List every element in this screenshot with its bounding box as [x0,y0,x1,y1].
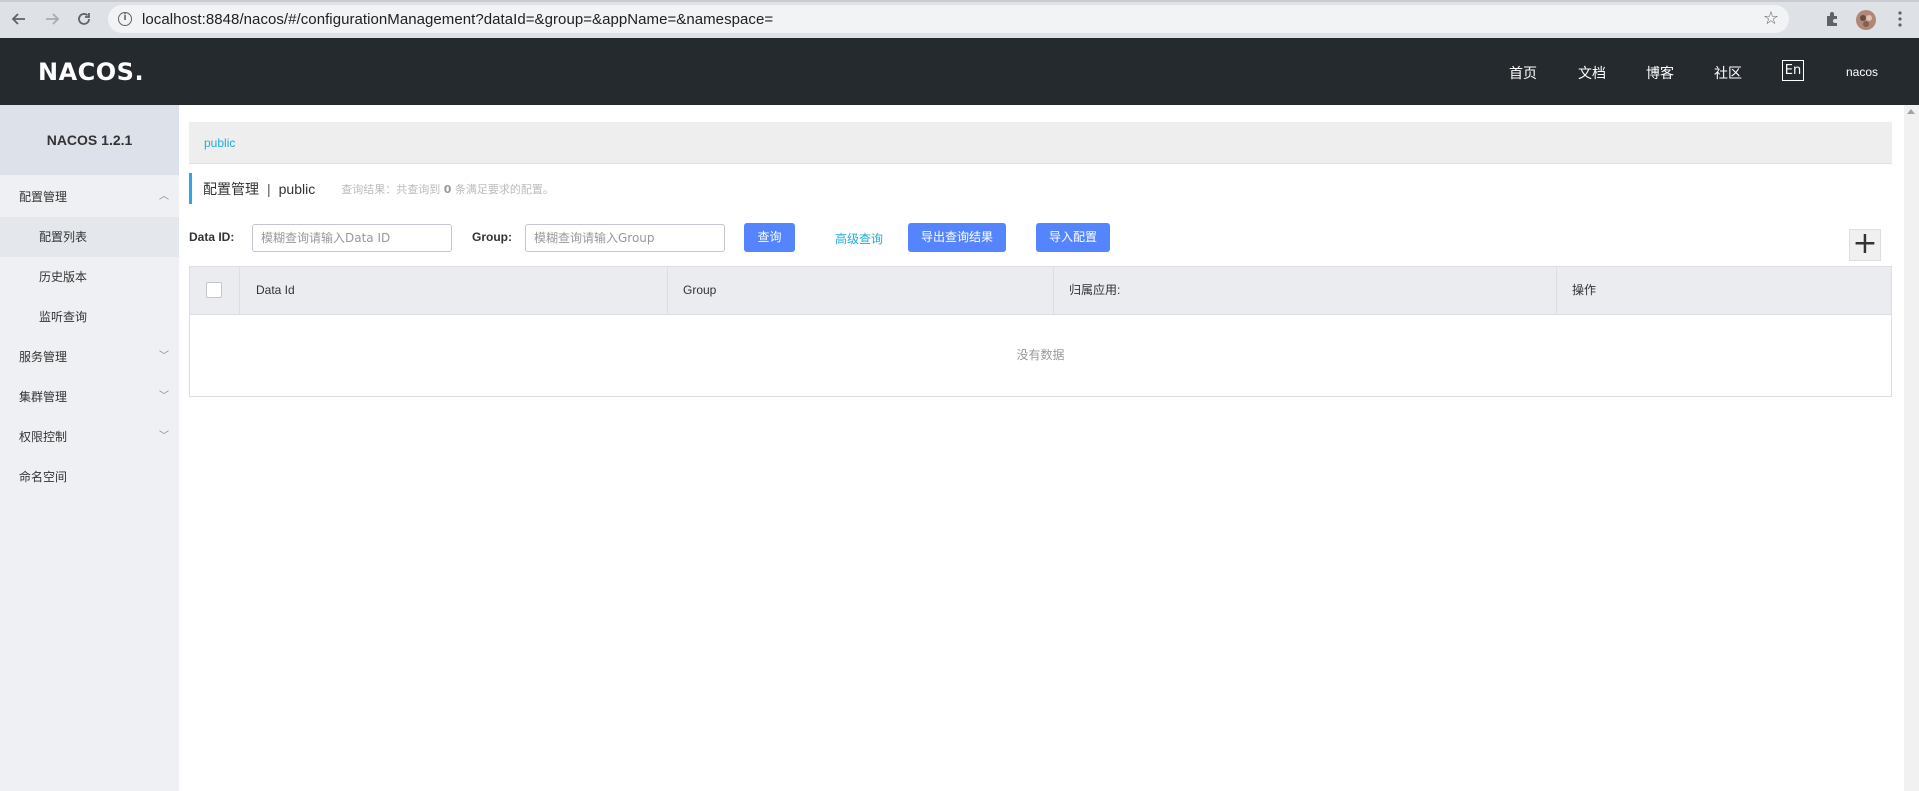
back-icon[interactable] [9,9,29,29]
column-divider [667,267,668,314]
sidebar: NACOS 1.2.1 配置管理 ︿ 配置列表 历史版本 监听查询 服务管理 ﹀… [0,105,179,791]
page-title-text: 配置管理 [203,181,259,198]
result-prefix: 查询结果：共查询到 [341,182,441,196]
add-config-button[interactable]: + [1849,229,1881,261]
column-header-app[interactable]: 归属应用: [1069,267,1120,314]
sidebar-item-label: 集群管理 [19,390,68,404]
namespace-bar: public [189,122,1892,164]
page-title: 配置管理 | public 查询结果：共查询到 0 条满足要求的配置。 [189,173,554,204]
site-info-icon[interactable]: i [118,12,132,26]
export-results-button[interactable]: 导出查询结果 [908,223,1006,252]
result-count: 0 [443,182,452,196]
advanced-query-link[interactable]: 高级查询 [835,230,883,247]
browser-toolbar: i localhost:8848/nacos/#/configurationMa… [0,0,1919,38]
sidebar-item-history[interactable]: 历史版本 [0,257,179,297]
nav-blog-link[interactable]: 博客 [1646,63,1674,83]
group-search-input[interactable]: 模糊查询请输入Group [525,224,725,252]
column-divider [239,267,240,314]
address-bar[interactable]: i localhost:8848/nacos/#/configurationMa… [108,5,1789,33]
sidebar-item-access-control[interactable]: 权限控制 ﹀ [0,417,179,457]
sidebar-item-namespace[interactable]: 命名空间 [0,457,179,497]
reload-icon[interactable] [74,9,94,29]
nav-docs-link[interactable]: 文档 [1578,63,1606,83]
query-button[interactable]: 查询 [744,223,795,252]
sidebar-version-title: NACOS 1.2.1 [0,105,179,175]
user-menu[interactable]: nacos [1846,65,1878,79]
title-namespace: public [278,180,316,197]
import-config-button[interactable]: 导入配置 [1036,223,1110,252]
sidebar-item-label: 权限控制 [19,430,68,444]
sidebar-item-label: 命名空间 [19,470,68,484]
browser-menu-icon[interactable] [1890,9,1910,29]
column-header-data-id[interactable]: Data Id [256,267,295,314]
query-result-summary: 查询结果：共查询到 0 条满足要求的配置。 [341,181,554,197]
result-suffix: 条满足要求的配置。 [454,182,554,196]
group-label: Group: [472,230,512,244]
extensions-puzzle-icon[interactable] [1823,9,1843,29]
nacos-logo[interactable]: NACOS. [38,58,144,86]
table-header: Data Id Group 归属应用: 操作 [190,267,1891,315]
chevron-down-icon: ﹀ [159,391,169,402]
chevron-down-icon: ﹀ [159,351,169,362]
app-header: NACOS. 首页 文档 博客 社区 En nacos [0,38,1919,105]
url-text: localhost:8848/nacos/#/configurationMana… [142,11,774,28]
title-separator: | [267,180,271,197]
language-switch-button[interactable]: En [1782,60,1804,81]
namespace-tab-public[interactable]: public [204,136,235,150]
sidebar-item-label: 监听查询 [39,310,88,324]
profile-avatar-icon[interactable] [1855,9,1876,30]
nav-home-link[interactable]: 首页 [1509,63,1537,83]
sidebar-item-config-list[interactable]: 配置列表 [0,217,179,257]
config-table: Data Id Group 归属应用: 操作 没有数据 [189,266,1892,397]
table-empty-state: 没有数据 [1016,348,1065,362]
chevron-up-icon: ︿ [159,191,169,202]
sidebar-item-cluster-management[interactable]: 集群管理 ﹀ [0,377,179,417]
sidebar-item-label: 配置列表 [39,230,88,244]
sidebar-item-label: 配置管理 [19,190,68,204]
dataid-label: Data ID: [189,230,235,244]
column-divider [1556,267,1557,314]
sidebar-item-listener-query[interactable]: 监听查询 [0,297,179,337]
sidebar-item-label: 历史版本 [39,270,88,284]
column-header-group[interactable]: Group [683,267,716,314]
scroll-up-arrow-icon[interactable] [1907,109,1915,114]
sidebar-item-label: 服务管理 [19,350,68,364]
dataid-search-input[interactable]: 模糊查询请输入Data ID [252,224,452,252]
forward-icon[interactable] [42,9,62,29]
chevron-down-icon: ﹀ [159,431,169,442]
column-divider [1053,267,1054,314]
select-all-checkbox[interactable] [206,282,222,298]
sidebar-item-service-management[interactable]: 服务管理 ﹀ [0,337,179,377]
bookmark-star-icon[interactable]: ☆ [1763,8,1779,29]
nav-community-link[interactable]: 社区 [1714,63,1742,83]
sidebar-item-config-management[interactable]: 配置管理 ︿ [0,177,179,217]
vertical-scrollbar[interactable] [1904,105,1919,791]
column-header-actions: 操作 [1572,283,1597,297]
tab-strip [0,0,1919,2]
